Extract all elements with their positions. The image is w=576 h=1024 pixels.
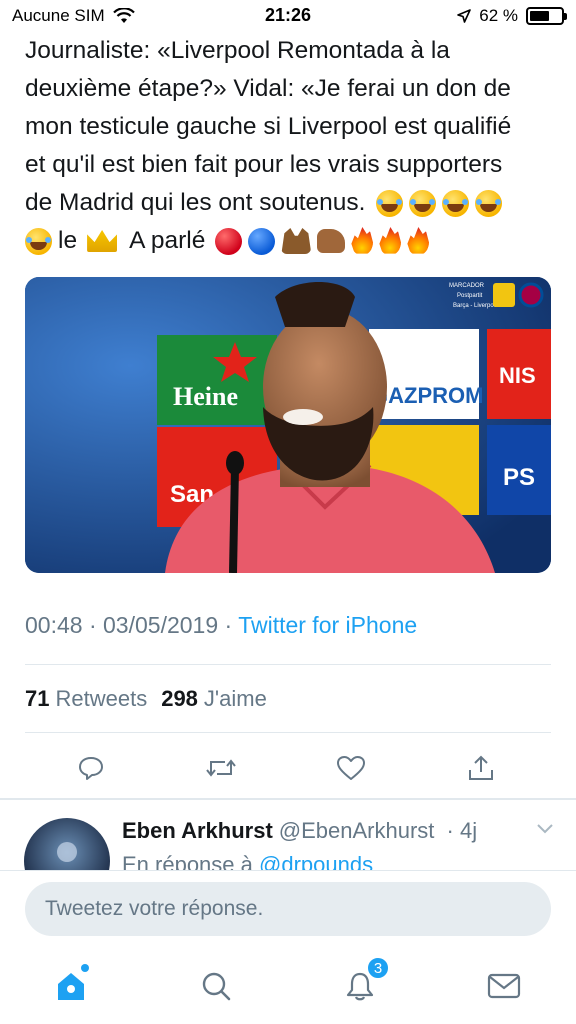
reply-input[interactable]: Tweetez votre réponse. bbox=[25, 882, 551, 936]
reply-author-handle: @EbenArkhurst bbox=[278, 818, 435, 843]
laughing-tears-emoji-icon bbox=[408, 189, 436, 217]
tweet-line: et qu'il est bien fait pour les vrais su… bbox=[25, 151, 503, 178]
reply-menu-button[interactable] bbox=[536, 822, 554, 840]
broadcast-overlay: MARCADOR Postpartit Barça - Liverpool bbox=[449, 282, 544, 309]
reply-icon bbox=[79, 757, 103, 780]
tab-home[interactable] bbox=[51, 964, 91, 1006]
tab-messages[interactable] bbox=[484, 966, 524, 1006]
status-right: 62 % bbox=[457, 6, 567, 26]
svg-text:MARCADOR: MARCADOR bbox=[449, 283, 485, 289]
crown-emoji-icon bbox=[87, 230, 118, 252]
retweet-icon bbox=[206, 759, 236, 777]
reply-composer-bar: Tweetez votre réponse. bbox=[0, 870, 576, 948]
svg-text:PS: PS bbox=[503, 464, 535, 491]
retweet-button[interactable] bbox=[199, 746, 243, 790]
section-divider bbox=[0, 798, 576, 800]
meta-separator: · bbox=[224, 612, 233, 638]
tweet-actions bbox=[0, 746, 576, 790]
likes-label[interactable]: J'aime bbox=[204, 686, 267, 712]
battery-level bbox=[530, 11, 549, 21]
tweet-date: 03/05/2019 bbox=[103, 612, 219, 638]
sponsor-text: Heine bbox=[173, 382, 238, 411]
tweet-line: mon testicule gauche si Liverpool est qu… bbox=[25, 113, 512, 140]
tweet-source-link[interactable]: Twitter for iPhone bbox=[238, 612, 417, 638]
new-content-dot bbox=[81, 964, 89, 972]
share-icon bbox=[469, 755, 493, 780]
laughing-tears-emoji-icon bbox=[441, 189, 469, 217]
retweets-label[interactable]: Retweets bbox=[55, 686, 147, 712]
tweet-line: de Madrid qui les ont soutenus. bbox=[25, 184, 555, 222]
reply-context-prefix: En réponse à bbox=[122, 852, 253, 870]
reply-author-name: Eben Arkhurst bbox=[122, 818, 273, 843]
tweet-text: Journaliste: «Liverpool Remontada à la d… bbox=[25, 32, 555, 260]
laughing-tears-emoji-icon bbox=[25, 227, 52, 255]
tweet-word: le bbox=[58, 227, 78, 254]
svg-text:Postpartit: Postpartit bbox=[457, 293, 483, 299]
laughing-tears-emoji-icon bbox=[474, 189, 502, 217]
svg-text:Barça - Liverpool: Barça - Liverpool bbox=[453, 303, 498, 309]
red-circle-emoji-icon bbox=[215, 227, 243, 255]
like-button[interactable] bbox=[329, 746, 373, 790]
press-conference-image: Heine San GAZPROM NIS PS MARCADOR Postpa… bbox=[25, 277, 551, 573]
reply-author[interactable]: Eben Arkhurst @EbenArkhurst · 4j bbox=[122, 818, 477, 844]
tweet-line: le A parlé bbox=[25, 222, 555, 260]
reply-mention-link[interactable]: @drpounds bbox=[259, 852, 373, 870]
reply-age: · 4j bbox=[446, 818, 478, 843]
mail-icon bbox=[487, 973, 521, 999]
raised-hands-emoji-icon bbox=[281, 228, 312, 254]
location-icon bbox=[457, 9, 472, 23]
tweet-word: A parlé bbox=[129, 227, 206, 254]
fire-emoji-icon bbox=[379, 227, 402, 254]
reply-button[interactable] bbox=[69, 746, 113, 790]
reply-preview[interactable]: Eben Arkhurst @EbenArkhurst · 4j En répon… bbox=[0, 810, 576, 870]
tweet-meta: 00:48 · 03/05/2019 · Twitter for iPhone bbox=[25, 612, 417, 639]
tab-notifications[interactable]: 3 bbox=[340, 956, 390, 1006]
search-icon bbox=[202, 972, 231, 1001]
share-button[interactable] bbox=[459, 746, 503, 790]
battery-icon bbox=[526, 7, 567, 25]
divider bbox=[25, 664, 551, 665]
home-icon bbox=[58, 973, 84, 1000]
status-bar: Aucune SIM 21:26 62 % bbox=[0, 0, 576, 32]
retweets-count[interactable]: 71 bbox=[25, 686, 49, 712]
reply-context: En réponse à @drpounds bbox=[122, 852, 373, 870]
tweet-media[interactable]: Heine San GAZPROM NIS PS MARCADOR Postpa… bbox=[25, 277, 551, 573]
tweet-line: Journaliste: «Liverpool Remontada à la bbox=[25, 37, 450, 64]
flexed-biceps-emoji-icon bbox=[317, 229, 346, 253]
divider bbox=[25, 732, 551, 733]
blue-circle-emoji-icon bbox=[248, 227, 276, 255]
tweet-line-text: de Madrid qui les ont soutenus. bbox=[25, 189, 366, 216]
fire-emoji-icon bbox=[351, 227, 374, 254]
avatar[interactable] bbox=[24, 818, 110, 870]
heart-icon bbox=[337, 756, 365, 780]
tweet-stats: 71 Retweets 298 J'aime bbox=[25, 686, 281, 712]
sponsor-text: GAZPROM bbox=[371, 383, 483, 408]
tweet-time: 00:48 bbox=[25, 612, 83, 638]
likes-count[interactable]: 298 bbox=[161, 686, 198, 712]
notifications-badge: 3 bbox=[366, 956, 390, 980]
tab-bar: 3 bbox=[0, 948, 576, 1024]
chevron-down-icon bbox=[537, 824, 553, 834]
tab-search[interactable] bbox=[196, 966, 236, 1006]
meta-separator: · bbox=[88, 612, 97, 638]
sponsor-text: NIS bbox=[499, 363, 536, 388]
laughing-tears-emoji-icon bbox=[375, 189, 403, 217]
tweet-line: deuxième étape?» Vidal: «Je ferai un don… bbox=[25, 75, 511, 102]
fire-emoji-icon bbox=[407, 227, 430, 254]
battery-percent: 62 % bbox=[479, 6, 518, 25]
